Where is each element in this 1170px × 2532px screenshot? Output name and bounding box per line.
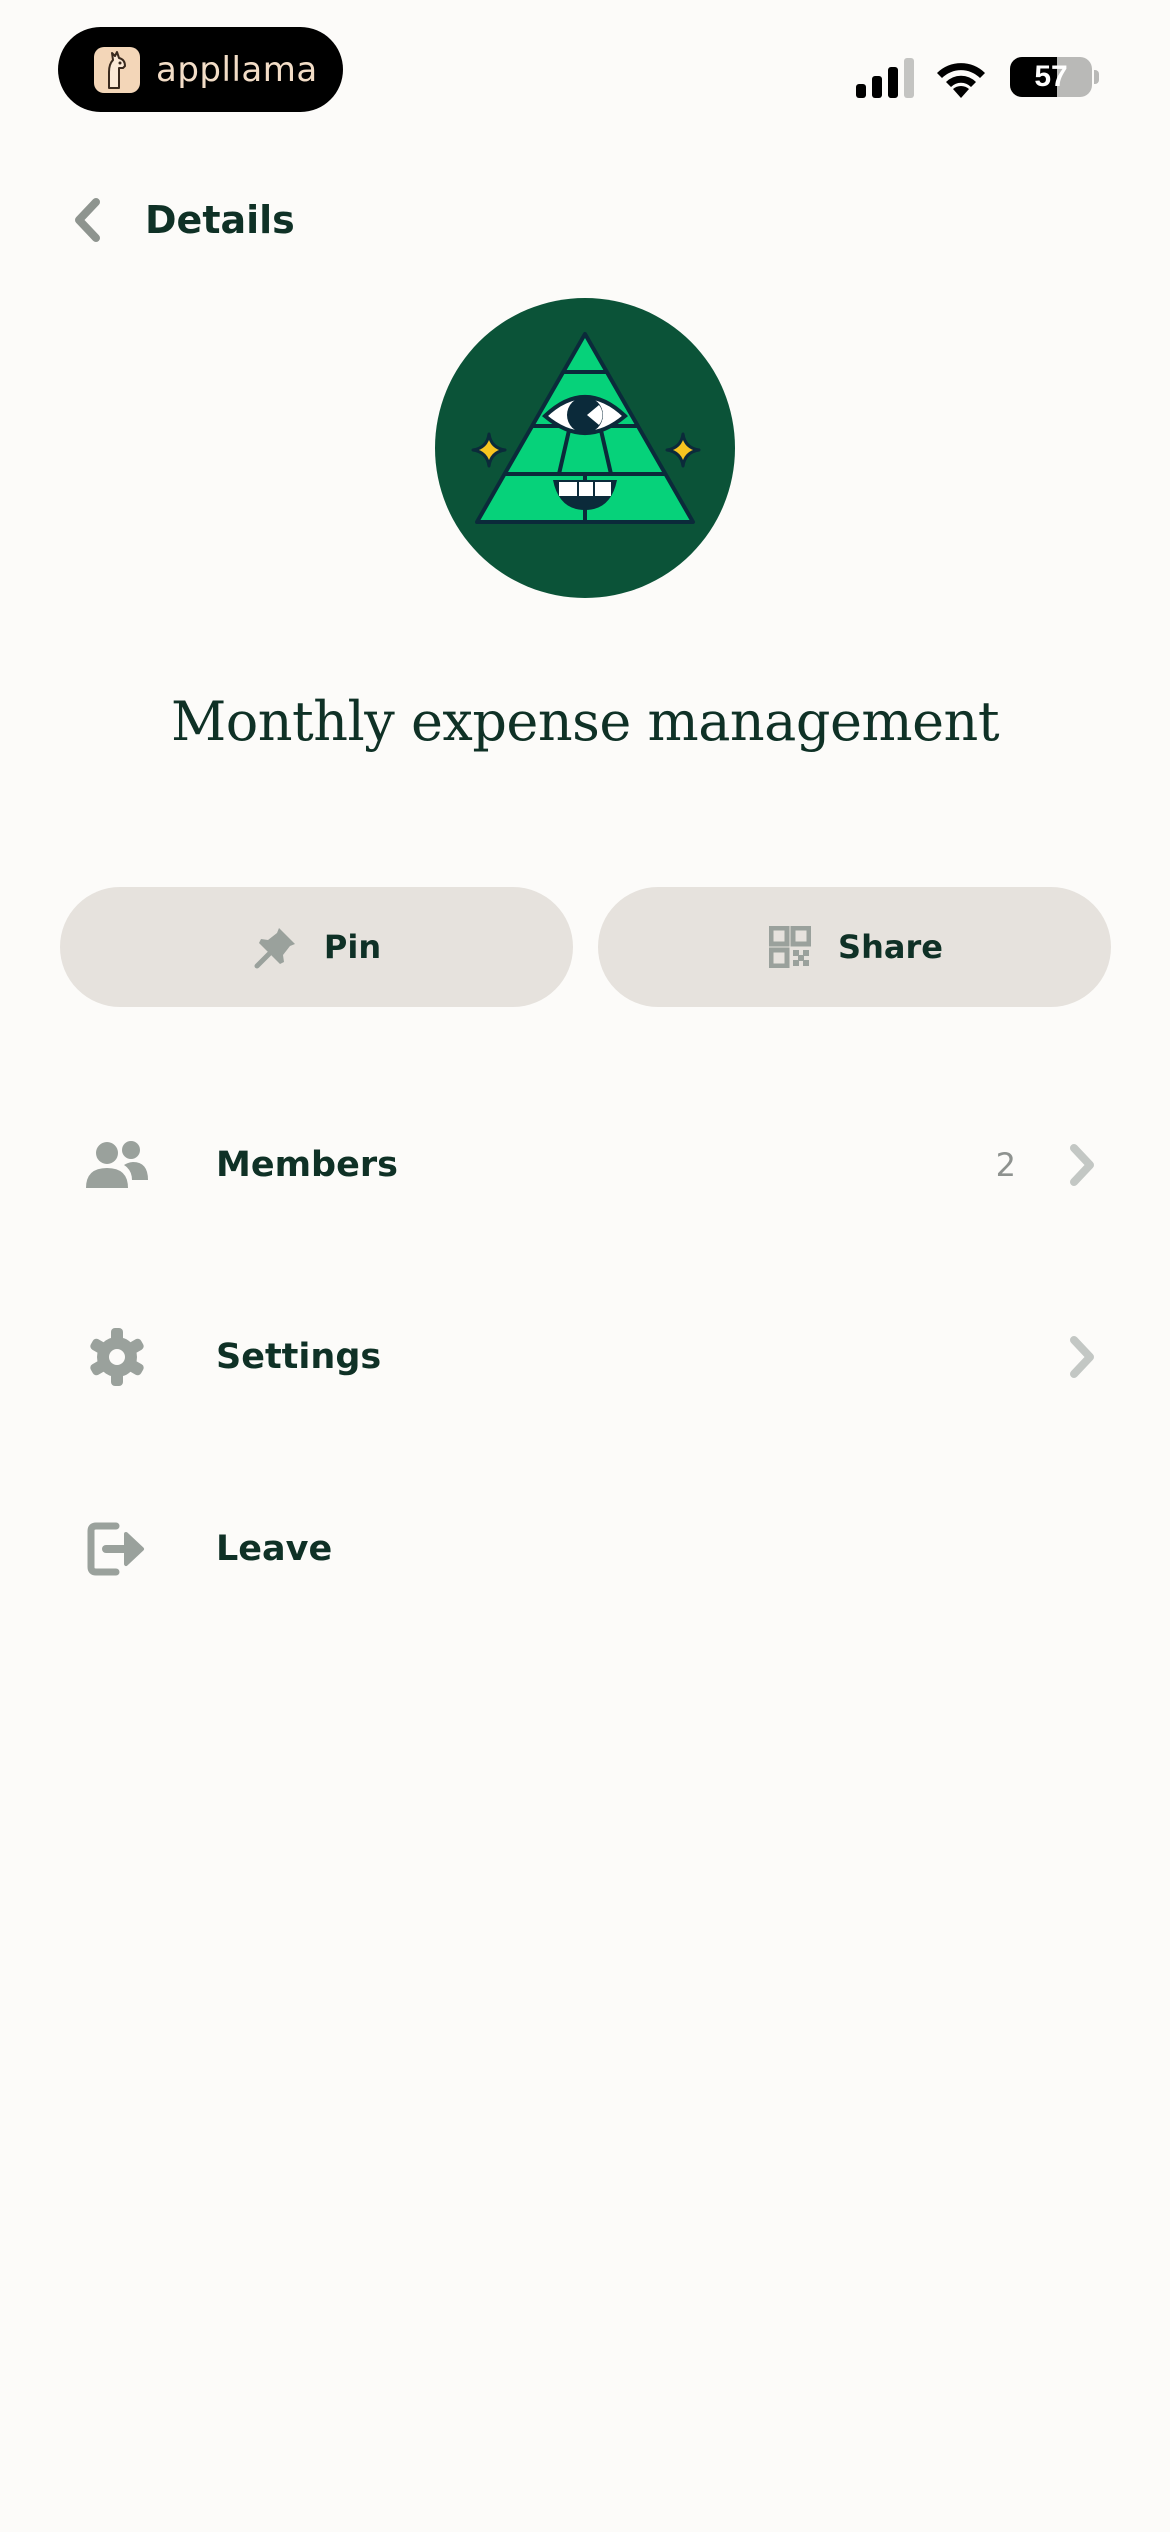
menu-item-label: Leave bbox=[216, 1529, 333, 1569]
share-label: Share bbox=[838, 928, 943, 966]
qr-code-icon bbox=[766, 923, 814, 971]
member-count: 2 bbox=[995, 1146, 1016, 1184]
menu-item-label: Settings bbox=[216, 1337, 382, 1377]
menu-item-settings[interactable]: Settings bbox=[0, 1282, 1170, 1432]
back-button[interactable] bbox=[52, 180, 122, 260]
battery-nub bbox=[1094, 70, 1099, 84]
app-pill[interactable]: appllama bbox=[58, 27, 343, 112]
wifi-icon bbox=[937, 63, 985, 98]
group-avatar bbox=[435, 298, 735, 598]
cellular-signal-icon bbox=[856, 58, 914, 98]
gear-icon bbox=[82, 1325, 152, 1389]
menu-item-label: Members bbox=[216, 1145, 398, 1185]
header: Details bbox=[0, 180, 1170, 260]
pushpin-icon bbox=[252, 923, 300, 971]
status-bar: appllama 57 bbox=[0, 0, 1170, 130]
pin-button[interactable]: Pin bbox=[60, 887, 573, 1007]
pin-label: Pin bbox=[323, 928, 382, 966]
chevron-left-icon bbox=[75, 198, 100, 242]
page-title: Details bbox=[145, 198, 295, 242]
battery-percent: 57 bbox=[1034, 60, 1068, 93]
battery-indicator: 57 bbox=[1010, 57, 1092, 97]
share-button[interactable]: Share bbox=[598, 887, 1111, 1007]
people-icon bbox=[82, 1133, 152, 1197]
menu-item-leave[interactable]: Leave bbox=[0, 1474, 1170, 1624]
menu-item-members[interactable]: Members 2 bbox=[0, 1090, 1170, 1240]
chevron-right-icon bbox=[1062, 1140, 1102, 1190]
group-name: Monthly expense management bbox=[170, 690, 1000, 753]
chevron-right-icon bbox=[1062, 1332, 1102, 1382]
app-name: appllama bbox=[156, 49, 318, 90]
exit-icon bbox=[82, 1517, 152, 1581]
eye-pyramid-icon bbox=[471, 332, 701, 524]
llama-icon bbox=[94, 46, 140, 93]
